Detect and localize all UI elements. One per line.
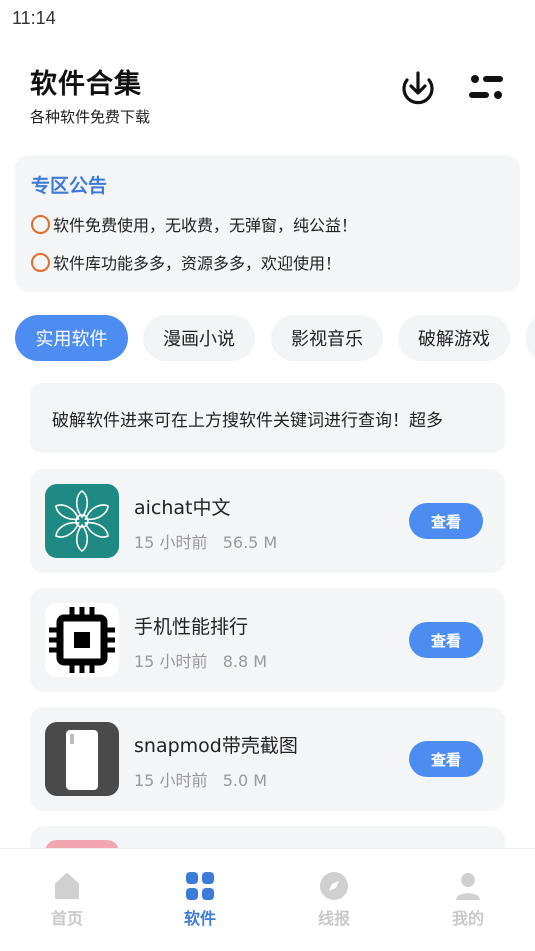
download-icon	[402, 71, 434, 105]
app-time: 15 小时前	[134, 771, 208, 790]
tab-more[interactable]	[526, 315, 535, 361]
filter-button[interactable]	[466, 68, 506, 108]
app-size: 8.8 M	[222, 652, 268, 671]
announcement-text: 软件免费使用，无收费，无弹窗，纯公益！	[53, 216, 358, 235]
home-icon	[55, 873, 79, 899]
download-button[interactable]	[398, 68, 438, 108]
tab-comics-novels[interactable]: 漫画小说	[143, 315, 255, 361]
app-card[interactable]: snapmod带壳截图 15 小时前 5.0 M 查看	[30, 707, 505, 811]
nav-label: 首页	[50, 909, 83, 928]
announcement-text: 软件库功能多多，资源多多，欢迎使用！	[53, 254, 342, 273]
category-tabs: 实用软件 漫画小说 影视音乐 破解游戏	[15, 315, 535, 361]
app-meta: 15 小时前 5.0 M	[134, 767, 267, 791]
bullet-ring-icon	[31, 252, 50, 272]
app-size: 56.5 M	[222, 533, 278, 552]
bottom-nav: 首页 软件 线报 我的	[0, 848, 535, 951]
nav-item-deals[interactable]: 线报	[294, 871, 374, 929]
view-button[interactable]: 查看	[409, 503, 483, 539]
nav-item-software[interactable]: 软件	[160, 871, 240, 929]
app-name: 手机性能排行	[134, 616, 249, 638]
cpu-chip-icon	[45, 603, 119, 677]
grid-icon	[186, 872, 214, 900]
search-tip-text: 破解软件进来可在上方搜软件关键词进行查询！超多	[52, 411, 443, 431]
view-button[interactable]: 查看	[409, 622, 483, 658]
nav-label: 线报	[317, 909, 350, 928]
nav-label: 软件	[183, 909, 216, 928]
filter-icon	[469, 75, 503, 99]
status-time: 11:14	[12, 8, 56, 28]
tab-video-music[interactable]: 影视音乐	[271, 315, 383, 361]
app-name: snapmod带壳截图	[134, 735, 298, 757]
app-name: aichat中文	[134, 497, 231, 519]
app-size: 5.0 M	[222, 771, 268, 790]
tab-cracked-games[interactable]: 破解游戏	[398, 315, 510, 361]
nav-item-home[interactable]: 首页	[27, 871, 107, 929]
app-card[interactable]: aichat中文 15 小时前 56.5 M 查看	[30, 469, 505, 573]
view-button[interactable]: 查看	[409, 741, 483, 777]
announcement-line: 软件免费使用，无收费，无弹窗，纯公益！	[31, 212, 504, 236]
announcement-card: 专区公告 软件免费使用，无收费，无弹窗，纯公益！ 软件库功能多多，资源多多，欢迎…	[15, 155, 520, 292]
nav-item-mine[interactable]: 我的	[428, 871, 508, 929]
compass-icon	[320, 872, 348, 900]
app-time: 15 小时前	[134, 533, 208, 552]
app-meta: 15 小时前 56.5 M	[134, 529, 277, 553]
app-time: 15 小时前	[134, 652, 208, 671]
page-subtitle: 各种软件免费下载	[30, 108, 151, 126]
search-tip-card[interactable]: 破解软件进来可在上方搜软件关键词进行查询！超多	[30, 383, 505, 453]
app-card[interactable]: 手机性能排行 15 小时前 8.8 M 查看	[30, 588, 505, 692]
phone-icon	[45, 722, 119, 796]
user-icon	[456, 873, 480, 900]
announcement-line: 软件库功能多多，资源多多，欢迎使用！	[31, 250, 504, 274]
app-meta: 15 小时前 8.8 M	[134, 648, 267, 672]
tab-practical-software[interactable]: 实用软件	[15, 315, 128, 361]
page-title: 软件合集	[30, 69, 142, 100]
bullet-ring-icon	[31, 214, 50, 234]
nav-label: 我的	[451, 909, 484, 928]
header: 软件合集 各种软件免费下载	[30, 62, 150, 127]
announcement-title: 专区公告	[31, 175, 108, 197]
flower-icon	[45, 484, 119, 558]
status-bar: 11:14	[0, 0, 535, 36]
